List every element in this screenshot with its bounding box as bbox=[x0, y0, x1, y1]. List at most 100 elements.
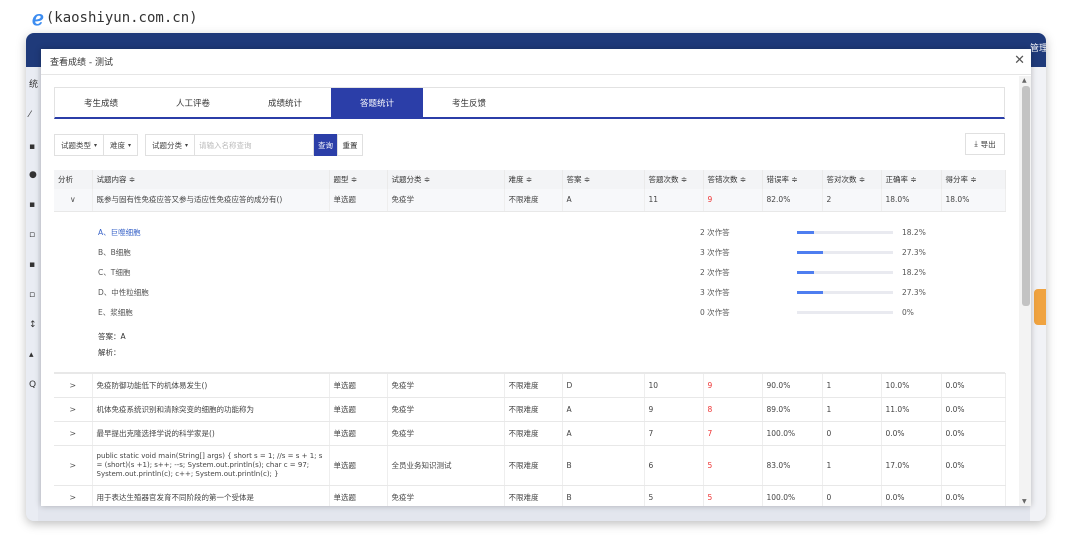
col-answer[interactable]: 答案 ≑ bbox=[562, 170, 645, 189]
option-label: C、T细胞 bbox=[98, 267, 131, 277]
option-label: E、浆细胞 bbox=[98, 307, 133, 317]
query-button[interactable]: 查询 bbox=[314, 134, 338, 156]
option-percent: 18.2% bbox=[902, 227, 926, 237]
cell-answer: A bbox=[562, 397, 645, 422]
cell-content: 机体免疫系统识别和清除突变的细胞的功能称为 bbox=[92, 397, 330, 422]
col-category[interactable]: 试题分类 ≑ bbox=[387, 170, 505, 189]
sidebar-search-icon: Q bbox=[29, 380, 37, 390]
cell-answer: A bbox=[562, 421, 645, 446]
difficulty-select[interactable]: 难度 ▾ bbox=[103, 134, 139, 156]
cell-type: 单选题 bbox=[329, 485, 388, 506]
cell-error-rate: 100.0% bbox=[762, 485, 823, 506]
filter-bar: 试题类型 ▾ 难度 ▾ 试题分类 ▾ 请输入名称查询 查询 重置 ⤓ 导出 bbox=[54, 133, 1005, 157]
cell-content: 最早提出克隆选择学说的科学家是() bbox=[92, 421, 330, 446]
cell-difficulty: 不限难度 bbox=[504, 485, 563, 506]
cell-error-rate: 82.0% bbox=[762, 189, 823, 212]
floating-help-tab[interactable] bbox=[1034, 289, 1046, 325]
table-row[interactable]: > 用于表达生殖器官发育不同阶段的第一个受体是 单选题 免疫学 不限难度 B 5… bbox=[54, 485, 1006, 506]
cell-right: 1 bbox=[822, 397, 882, 422]
export-button[interactable]: ⤓ 导出 bbox=[965, 133, 1005, 155]
cell-type: 单选题 bbox=[329, 397, 388, 422]
caret-down-icon: ▾ bbox=[128, 141, 132, 149]
tab-feedback[interactable]: 考生反馈 bbox=[423, 88, 515, 118]
cell-wrong: 7 bbox=[703, 421, 763, 446]
option-count: 2 次作答 bbox=[700, 267, 730, 277]
cell-correct-rate: 0.0% bbox=[881, 485, 942, 506]
vertical-scrollbar[interactable]: ▲ ▼ bbox=[1019, 76, 1031, 506]
expand-icon[interactable]: > bbox=[54, 485, 93, 506]
col-wrong[interactable]: 答错次数 ≑ bbox=[703, 170, 763, 189]
scroll-up-icon[interactable]: ▲ bbox=[1022, 77, 1027, 84]
cell-correct-rate: 11.0% bbox=[881, 397, 942, 422]
cell-correct-rate: 10.0% bbox=[881, 373, 942, 398]
expand-icon[interactable]: > bbox=[54, 421, 93, 446]
cell-type: 单选题 bbox=[329, 373, 388, 398]
col-score-rate[interactable]: 得分率 ≑ bbox=[941, 170, 1006, 189]
cell-difficulty: 不限难度 bbox=[504, 421, 563, 446]
site-logo-icon: ℯ bbox=[32, 6, 44, 30]
tab-scores[interactable]: 考生成绩 bbox=[55, 88, 147, 118]
option-label: A、巨噬细胞 bbox=[98, 227, 141, 237]
table-row[interactable]: ∨ 既参与固有性免疫应答又参与适应性免疫应答的成分有() 单选题 免疫学 不限难… bbox=[54, 189, 1006, 212]
tab-answer-stats[interactable]: 答题统计 bbox=[331, 88, 423, 118]
option-progress-bar bbox=[797, 270, 893, 274]
expand-icon[interactable]: > bbox=[54, 373, 93, 398]
col-error-rate[interactable]: 错误率 ≑ bbox=[762, 170, 823, 189]
reset-button[interactable]: 重置 bbox=[337, 134, 364, 156]
col-content[interactable]: 试题内容 ≑ bbox=[92, 170, 330, 189]
table-row[interactable]: > 免疫防御功能低下的机体易发生() 单选题 免疫学 不限难度 D 10 9 9… bbox=[54, 373, 1006, 398]
table-row[interactable]: > public static void main(String[] args)… bbox=[54, 445, 1006, 486]
cell-difficulty: 不限难度 bbox=[504, 373, 563, 398]
option-progress-fill bbox=[797, 290, 824, 294]
cell-type: 单选题 bbox=[329, 189, 388, 212]
sidebar-label: 统 bbox=[29, 80, 39, 90]
close-icon[interactable]: ✕ bbox=[1014, 54, 1025, 68]
tab-score-stats[interactable]: 成绩统计 bbox=[239, 88, 331, 118]
result-dialog: 查看成绩 - 测试 ✕ 考生成绩 人工评卷 成绩统计 答题统计 考生反馈 试题类… bbox=[41, 49, 1031, 506]
expand-icon[interactable]: > bbox=[54, 397, 93, 422]
option-count: 3 次作答 bbox=[700, 287, 730, 297]
cell-attempts: 11 bbox=[644, 189, 704, 212]
tab-manual-grading[interactable]: 人工评卷 bbox=[147, 88, 239, 118]
sidebar-users-icon: ▪ bbox=[29, 200, 36, 210]
table-row[interactable]: > 机体免疫系统识别和清除突变的细胞的功能称为 单选题 免疫学 不限难度 A 9… bbox=[54, 397, 1006, 422]
category-select[interactable]: 试题分类 ▾ bbox=[145, 134, 195, 156]
dialog-body: 考生成绩 人工评卷 成绩统计 答题统计 考生反馈 试题类型 ▾ 难度 ▾ 试题分类 ▾… bbox=[41, 76, 1031, 506]
option-label: D、中性粒细胞 bbox=[98, 287, 149, 297]
cell-attempts: 9 bbox=[644, 397, 704, 422]
option-count: 3 次作答 bbox=[700, 247, 730, 257]
expand-icon[interactable]: > bbox=[54, 445, 93, 486]
cell-answer: A bbox=[562, 189, 645, 212]
cell-score-rate: 18.0% bbox=[941, 189, 1006, 212]
dialog-title: 查看成绩 - 测试 bbox=[41, 49, 1031, 75]
cell-wrong: 9 bbox=[703, 373, 763, 398]
cell-wrong: 5 bbox=[703, 485, 763, 506]
cell-correct-rate: 18.0% bbox=[881, 189, 942, 212]
option-progress-fill bbox=[797, 230, 815, 234]
cell-error-rate: 100.0% bbox=[762, 421, 823, 446]
table-row[interactable]: > 最早提出克隆选择学说的科学家是() 单选题 免疫学 不限难度 A 7 7 1… bbox=[54, 421, 1006, 446]
col-difficulty[interactable]: 难度 ≑ bbox=[504, 170, 563, 189]
cell-category: 免疫学 bbox=[387, 373, 505, 398]
cell-score-rate: 0.0% bbox=[941, 485, 1006, 506]
cell-right: 1 bbox=[822, 445, 882, 486]
scrollbar-thumb[interactable] bbox=[1022, 86, 1030, 306]
col-type[interactable]: 题型 ≑ bbox=[329, 170, 388, 189]
col-right[interactable]: 答对次数 ≑ bbox=[822, 170, 882, 189]
cell-score-rate: 0.0% bbox=[941, 421, 1006, 446]
col-attempts[interactable]: 答题次数 ≑ bbox=[644, 170, 704, 189]
cell-answer: B bbox=[562, 445, 645, 486]
cell-type: 单选题 bbox=[329, 421, 388, 446]
cell-attempts: 10 bbox=[644, 373, 704, 398]
cell-right: 0 bbox=[822, 485, 882, 506]
sidebar-monitor-icon: ▫ bbox=[29, 290, 36, 300]
option-progress-bar bbox=[797, 290, 893, 294]
tab-bar: 考生成绩 人工评卷 成绩统计 答题统计 考生反馈 bbox=[54, 87, 1005, 119]
col-correct-rate[interactable]: 正确率 ≑ bbox=[881, 170, 942, 189]
question-type-select[interactable]: 试题类型 ▾ bbox=[54, 134, 104, 156]
search-input[interactable]: 请输入名称查询 bbox=[194, 134, 315, 156]
collapse-icon[interactable]: ∨ bbox=[54, 189, 93, 212]
scroll-down-icon[interactable]: ▼ bbox=[1022, 498, 1027, 505]
answer-stats-table: 分析 试题内容 ≑ 题型 ≑ 试题分类 ≑ 难度 ≑ 答案 ≑ 答题次数 ≑ 答… bbox=[54, 170, 1006, 506]
download-icon: ⤓ bbox=[974, 139, 978, 148]
